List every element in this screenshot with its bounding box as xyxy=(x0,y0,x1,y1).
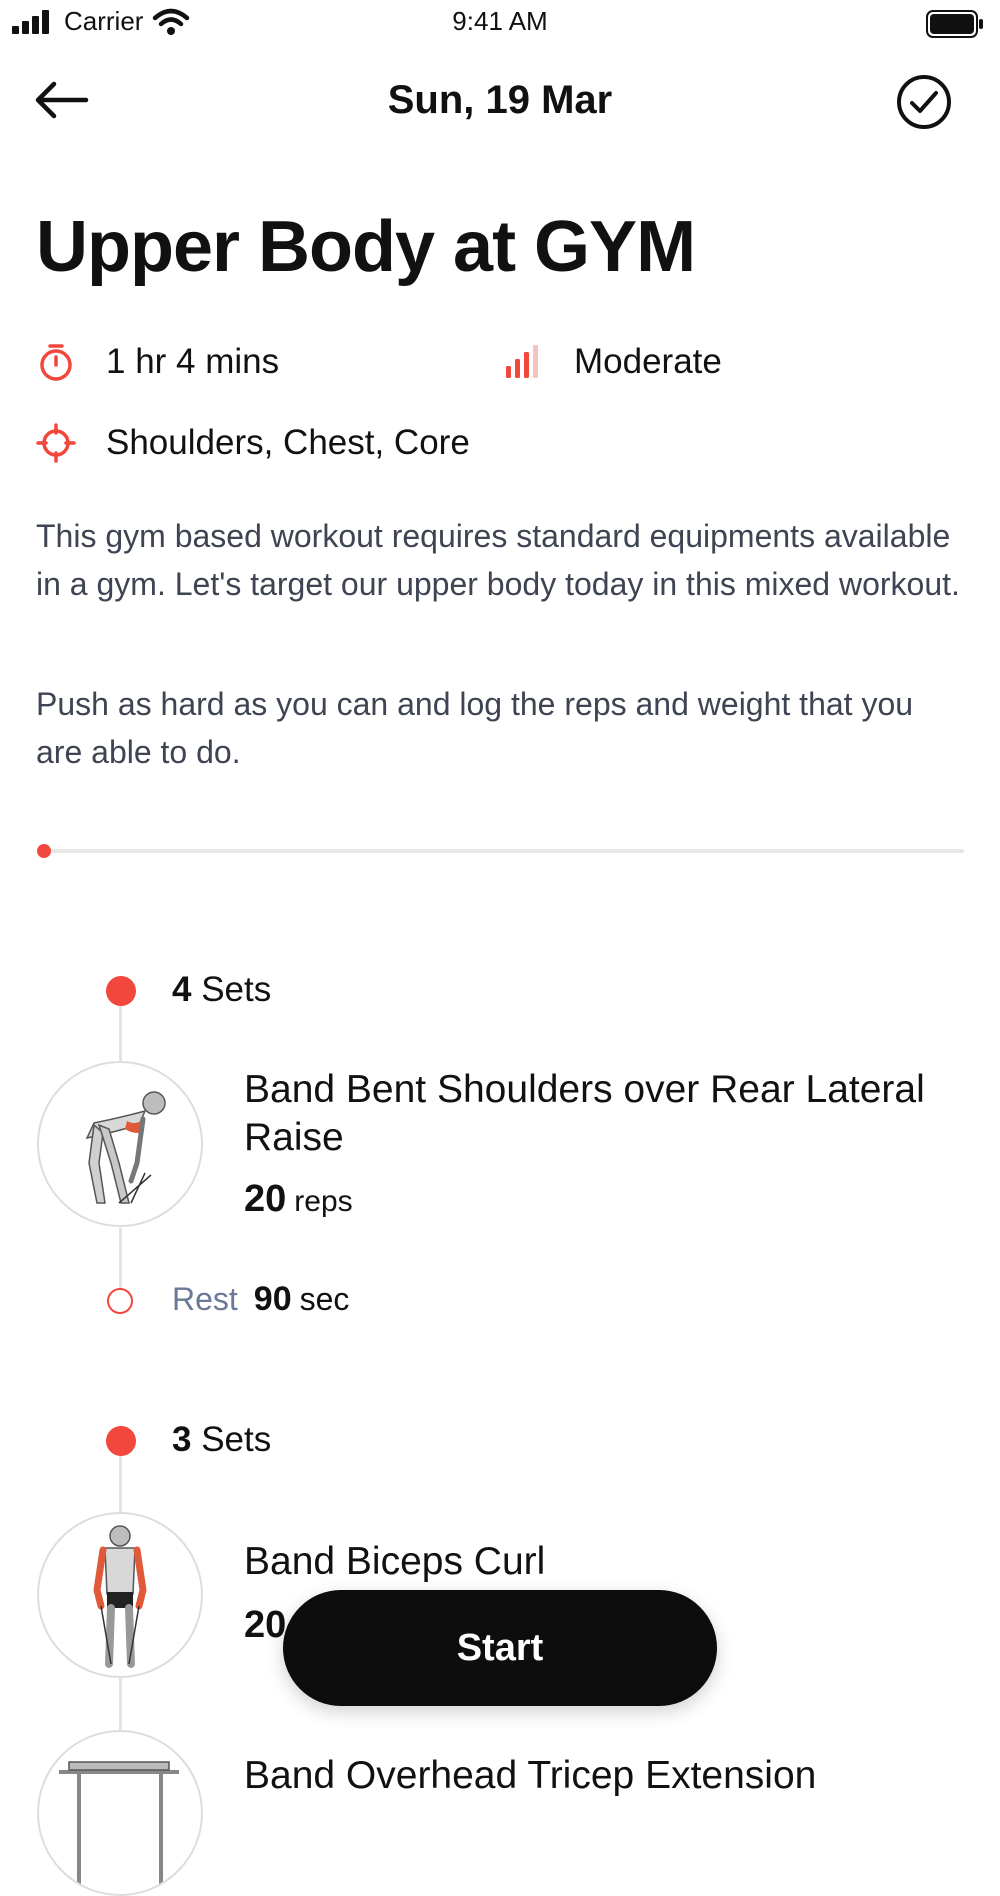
exercise-reps: 20reps xyxy=(244,1178,353,1221)
rest-unit: sec xyxy=(299,1281,350,1317)
reps-unit: reps xyxy=(294,1185,353,1218)
duration-row: 1 hr 4 mins xyxy=(36,342,279,382)
status-time: 9:41 AM xyxy=(452,6,548,36)
exercise-thumbnail[interactable] xyxy=(37,1512,203,1678)
exercise-figure-image xyxy=(59,1761,179,1892)
intensity-value: Moderate xyxy=(574,342,722,381)
rest-row: Rest 90 sec xyxy=(172,1280,349,1319)
sets-text: Sets xyxy=(201,970,272,1009)
exercise-thumbnail[interactable] xyxy=(37,1061,203,1227)
battery-icon xyxy=(926,10,984,43)
timeline-line xyxy=(119,1678,122,1730)
set-marker-dot xyxy=(106,976,136,1006)
sets-text: Sets xyxy=(201,1420,272,1459)
duration-value: 1 hr 4 mins xyxy=(106,342,280,381)
rest-label: Rest xyxy=(172,1281,238,1317)
exercise-figure-image xyxy=(93,1525,147,1668)
target-crosshair-icon xyxy=(36,423,76,463)
description-paragraph-2: Push as hard as you can and log the reps… xyxy=(36,686,914,770)
exercise-name[interactable]: Band Biceps Curl xyxy=(244,1538,944,1586)
sets-label: 4 Sets xyxy=(172,970,271,1010)
nav-date-title: Sun, 19 Mar xyxy=(387,78,613,122)
timer-icon xyxy=(40,344,72,381)
rest-value: 90 xyxy=(253,1280,292,1318)
start-button[interactable]: Start xyxy=(283,1590,717,1706)
done-button[interactable] xyxy=(896,74,952,130)
sets-label: 3 Sets xyxy=(172,1420,271,1460)
exercise-thumbnail[interactable] xyxy=(37,1730,203,1896)
sets-count: 4 xyxy=(172,970,192,1009)
exercise-name[interactable]: Band Overhead Tricep Extension xyxy=(244,1752,944,1800)
reps-value: 20 xyxy=(244,1604,287,1646)
check-circle-icon xyxy=(897,75,951,129)
targets-value: Shoulders, Chest, Core xyxy=(106,423,470,462)
description-paragraph-1: This gym based workout requires standard… xyxy=(36,518,960,602)
intensity-row: Moderate xyxy=(502,342,722,382)
reps-value: 20 xyxy=(244,1178,287,1220)
rest-marker-dot xyxy=(107,1288,133,1314)
sets-count: 3 xyxy=(172,1420,192,1459)
intensity-bars-icon xyxy=(506,345,538,378)
exercise-figure-image xyxy=(85,1091,166,1204)
workout-title: Upper Body at GYM xyxy=(36,207,696,287)
targets-row: Shoulders, Chest, Core xyxy=(36,423,470,463)
status-bar: Carrier 9:41 AM xyxy=(0,0,1000,48)
set-marker-dot xyxy=(106,1426,136,1456)
workout-progress-indicator xyxy=(37,844,51,858)
exercise-name[interactable]: Band Bent Shoulders over Rear Lateral Ra… xyxy=(244,1066,944,1162)
workout-progress-bar xyxy=(40,849,964,853)
